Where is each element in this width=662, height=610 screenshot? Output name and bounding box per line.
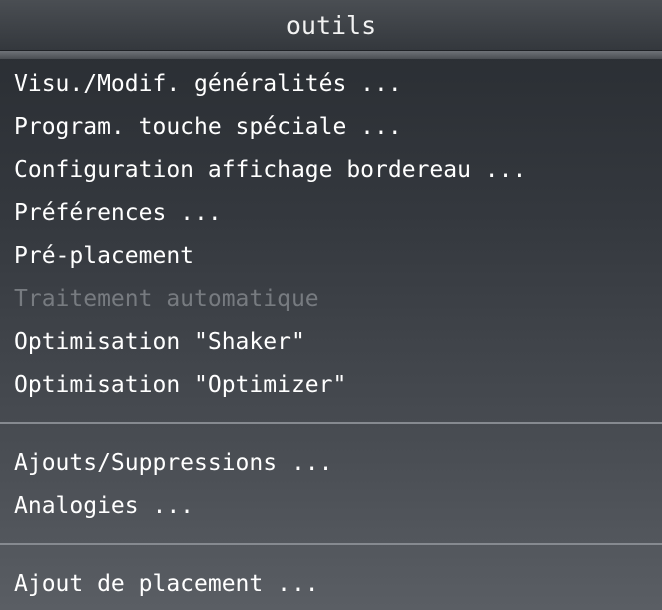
menu-separator xyxy=(0,543,662,545)
menu-item-ajout-de-placement[interactable]: Ajout de placement ... xyxy=(0,563,662,606)
tools-menu: outils Visu./Modif. généralités ... Prog… xyxy=(0,0,662,610)
menu-item-preferences[interactable]: Préférences ... xyxy=(0,192,662,235)
menu-item-traitement-automatique: Traitement automatique xyxy=(14,286,319,312)
menu-item-ajouts-suppressions[interactable]: Ajouts/Suppressions ... xyxy=(0,442,662,485)
menu-item-program-touche-speciale[interactable]: Program. touche spéciale ... xyxy=(0,106,662,149)
menu-item-analogies[interactable]: Analogies ... xyxy=(0,485,662,528)
menu-item-optimisation-optimizer[interactable]: Optimisation "Optimizer" xyxy=(0,364,662,407)
menu-item-optimisation-shaker[interactable]: Optimisation "Shaker" xyxy=(0,321,662,364)
menu-separator xyxy=(0,422,662,424)
menu-item-visu-modif-generalites[interactable]: Visu./Modif. généralités ... xyxy=(0,63,662,106)
menu-title: outils xyxy=(0,0,662,51)
menu-item-configuration-affichage-bordereau[interactable]: Configuration affichage bordereau ... xyxy=(0,149,662,192)
title-divider xyxy=(0,51,662,59)
menu-item-pre-placement[interactable]: Pré-placement xyxy=(0,235,662,278)
